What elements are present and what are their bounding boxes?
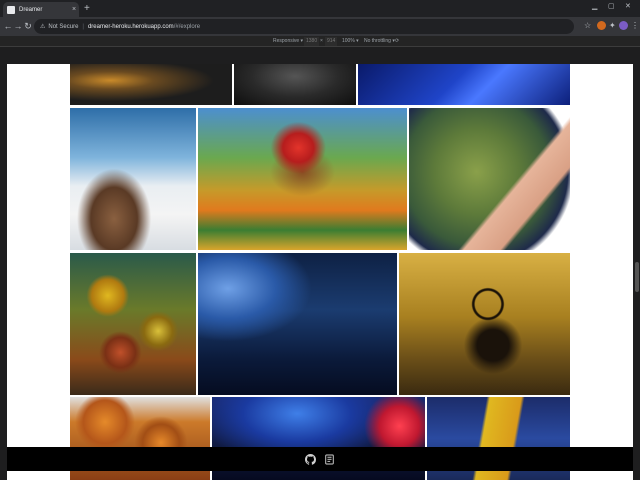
maximize-icon[interactable]: ▢ [608, 2, 615, 10]
page-viewport [0, 47, 640, 480]
device-toolbar: Responsive ▾ 1380 × 914 100% ▾ No thrott… [0, 36, 640, 47]
viewport-width-input[interactable]: 1380 [304, 37, 320, 46]
tile-fruit-vendor[interactable] [198, 108, 407, 250]
throttle-select[interactable]: No throttling ▾ [364, 37, 395, 46]
tile-fisheye-hand[interactable] [409, 108, 570, 250]
viewport-resize-handle[interactable] [635, 262, 639, 292]
bookmark-star-icon[interactable]: ☆ [584, 21, 591, 30]
extensions-puzzle-icon[interactable]: ✦ [609, 21, 616, 30]
browser-tab[interactable]: Dreamer × [3, 2, 79, 17]
tile-dark-portrait[interactable] [234, 64, 356, 105]
dimension-times: × [320, 38, 323, 44]
new-tab-button[interactable]: + [84, 3, 90, 14]
tab-title: Dreamer [19, 6, 43, 13]
github-icon[interactable] [305, 453, 316, 465]
close-window-icon[interactable]: ✕ [625, 2, 631, 10]
rotate-icon[interactable]: ⟳ [395, 37, 399, 46]
url-host: dreamer-heroku.herokuapp.com [87, 23, 174, 30]
viewport-height-input[interactable]: 914 [325, 37, 338, 46]
tile-night-alley[interactable] [198, 253, 397, 395]
zoom-select[interactable]: 100% ▾ [342, 37, 359, 46]
tile-dreamcatcher[interactable] [399, 253, 570, 395]
browser-toolbar: ← → ↻ ⚠ Not Secure | dreamer-heroku.hero… [0, 17, 640, 36]
warning-icon: ⚠ [40, 24, 46, 30]
minimize-icon[interactable]: ▁ [592, 2, 597, 10]
browser-menu-icon[interactable]: ⋮ [631, 21, 639, 30]
profile-avatar[interactable] [619, 21, 628, 30]
back-icon[interactable]: ← [3, 20, 13, 32]
forward-icon[interactable]: → [13, 20, 23, 32]
explore-gallery [7, 64, 633, 480]
device-select[interactable]: Responsive ▾ [273, 37, 303, 46]
tile-bubble-tree[interactable] [70, 253, 196, 395]
tab-close-icon[interactable]: × [69, 6, 79, 13]
reload-icon[interactable]: ↻ [23, 20, 33, 32]
tile-blue-pyramid[interactable] [358, 64, 570, 105]
page-footer [7, 447, 633, 471]
favicon-icon [7, 5, 15, 14]
extension-icon[interactable] [597, 21, 606, 30]
tile-man-above-clouds[interactable] [70, 108, 196, 250]
address-bar[interactable]: ⚠ Not Secure | dreamer-heroku.herokuapp.… [34, 19, 574, 34]
tile-food-bowl[interactable] [70, 64, 232, 105]
url-separator: | [82, 23, 84, 30]
resume-icon[interactable] [324, 454, 335, 465]
security-label: Not Secure [48, 23, 79, 30]
browser-tab-strip: Dreamer × + ▁ ▢ ✕ [0, 0, 640, 17]
url-path: /#/explore [173, 23, 201, 30]
